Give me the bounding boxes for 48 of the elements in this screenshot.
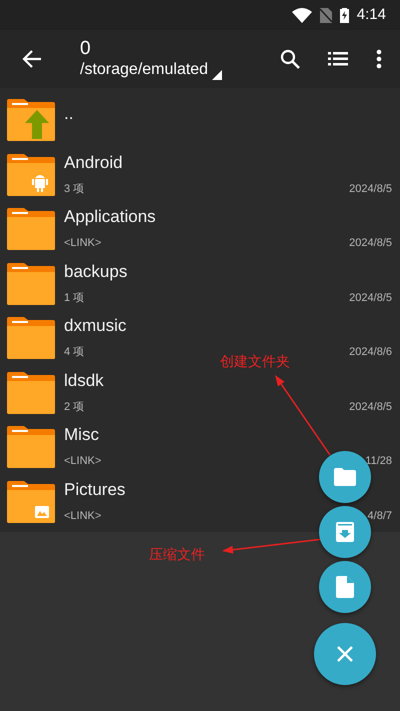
folder-icon: [334, 468, 356, 486]
item-count: 1 项: [64, 290, 84, 306]
modified-date: 4/8/7: [368, 508, 392, 524]
file-name: ldsdk: [64, 370, 105, 390]
menu-icon: [376, 49, 382, 69]
search-icon: [280, 49, 300, 69]
picture-folder-icon: [6, 480, 56, 524]
folder-icon: [6, 425, 56, 469]
file-name: backups: [64, 262, 128, 282]
no-sim-icon: [320, 8, 332, 22]
modified-date: 2024/8/6: [349, 345, 392, 360]
folder-icon: [6, 370, 56, 414]
item-count: <LINK>: [64, 236, 102, 251]
annotation-label: 创建文件夹: [220, 352, 290, 371]
modified-date: 2024/8/5: [349, 236, 392, 251]
wifi-icon: [292, 8, 312, 22]
file-name: Pictures: [64, 480, 126, 500]
battery-charging-icon: [340, 7, 349, 23]
clock: 4:14: [356, 4, 386, 25]
path-label[interactable]: /storage/emulated: [80, 60, 208, 80]
folder-icon: [6, 262, 56, 306]
back-arrow-icon: [22, 50, 42, 68]
create-file-button[interactable]: [319, 561, 371, 613]
file-name: Applications: [64, 207, 157, 227]
archive-icon: [336, 522, 354, 542]
file-name: ..: [64, 104, 74, 124]
modified-date: 2024/8/5: [349, 182, 392, 196]
folder-icon: [6, 207, 56, 251]
folder-icon: [6, 316, 56, 360]
close-icon: [337, 646, 353, 662]
dropdown-icon[interactable]: [212, 70, 222, 80]
annotation-label: 压缩文件: [149, 545, 205, 564]
item-count: 4 项: [64, 345, 84, 360]
item-count: <LINK>: [64, 508, 102, 524]
file-name: dxmusic: [64, 316, 128, 336]
file-name: Misc: [64, 425, 100, 445]
list-icon: [328, 52, 348, 66]
modified-date: 2024/8/5: [349, 290, 392, 306]
folder-title: 0: [80, 38, 92, 60]
modified-date: 2024/8/5: [349, 400, 392, 414]
item-count: <LINK>: [64, 454, 102, 469]
item-count: 2 项: [64, 400, 84, 414]
parent-folder-icon: [6, 98, 56, 142]
modified-date: 11/28: [365, 454, 392, 469]
android-folder-icon: [6, 152, 56, 196]
file-icon: [336, 576, 354, 598]
file-name: Android: [64, 152, 124, 172]
item-count: 3 项: [64, 182, 84, 196]
